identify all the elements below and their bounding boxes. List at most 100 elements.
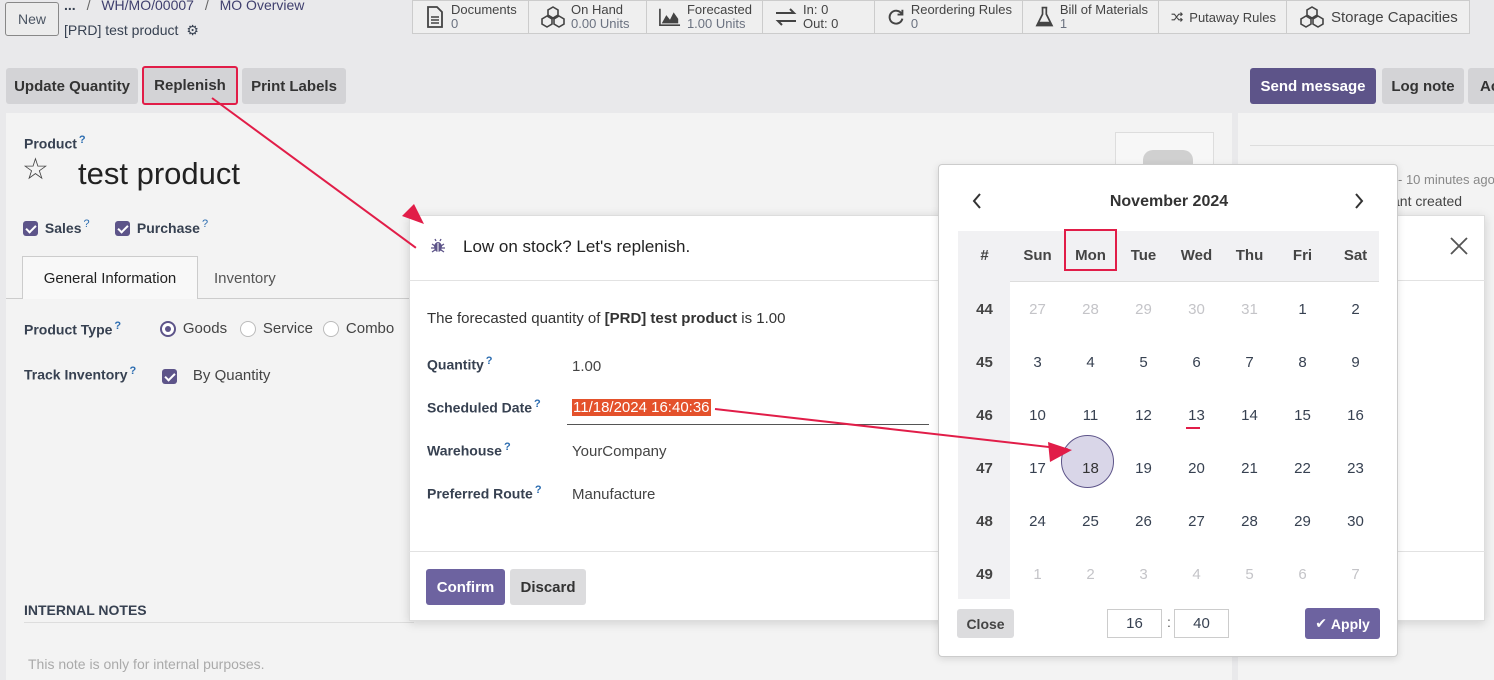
smart-button-on-hand[interactable]: On Hand 0.00 Units (529, 1, 647, 33)
today-underline (1186, 427, 1200, 429)
scheduled-date-value: 11/18/2024 16:40:36 (572, 399, 711, 416)
preferred-route-input[interactable]: Manufacture (572, 486, 655, 503)
cubes-icon (541, 6, 565, 28)
day-cell[interactable]: 2 (1064, 566, 1117, 583)
day-cell[interactable]: 1 (1276, 301, 1329, 318)
day-cell[interactable]: 8 (1276, 354, 1329, 371)
record-title: [PRD] test product ⚙ (64, 22, 199, 38)
smart-button-in-out[interactable]: In: 0 Out: 0 (763, 1, 875, 33)
new-button[interactable]: New (5, 2, 59, 36)
day-cell[interactable]: 27 (1170, 513, 1223, 530)
smart-button-forecasted[interactable]: Forecasted 1.00 Units (647, 1, 763, 33)
day-cell[interactable]: 5 (1117, 354, 1170, 371)
day-cell[interactable]: 24 (1011, 513, 1064, 530)
star-icon[interactable]: ☆ (22, 152, 49, 187)
day-cell[interactable]: 1 (1011, 566, 1064, 583)
day-cell[interactable]: 29 (1276, 513, 1329, 530)
weekday-tue: Tue (1130, 247, 1157, 264)
smart-button-storage[interactable]: Storage Capacities (1287, 1, 1469, 33)
chatter-timestamp: - 10 minutes ago (1398, 172, 1494, 187)
internal-notes-input[interactable]: This note is only for internal purposes. (28, 656, 265, 672)
close-icon[interactable] (1447, 234, 1471, 261)
day-cell[interactable]: 4 (1170, 566, 1223, 583)
day-cell[interactable]: 11 (1064, 407, 1117, 424)
breadcrumb-item-mo[interactable]: WH/MO/00007 (101, 0, 194, 13)
replenish-button[interactable]: Replenish (142, 66, 238, 105)
gear-icon[interactable]: ⚙ (186, 22, 199, 38)
datepicker-close-button[interactable]: Close (957, 609, 1014, 638)
day-cell[interactable]: 19 (1117, 460, 1170, 477)
day-cell[interactable]: 15 (1276, 407, 1329, 424)
day-cell[interactable]: 30 (1329, 513, 1382, 530)
day-cell[interactable]: 3 (1011, 354, 1064, 371)
day-cell[interactable]: 22 (1276, 460, 1329, 477)
smart-button-putaway[interactable]: Putaway Rules (1159, 1, 1287, 33)
track-inventory-checkbox[interactable]: By Quantity (162, 367, 270, 384)
day-cell[interactable]: 20 (1170, 460, 1223, 477)
purchase-checkbox[interactable]: Purchase? (115, 218, 208, 237)
scheduled-date-label: Scheduled Date? (427, 398, 541, 416)
day-cell[interactable]: 2 (1329, 301, 1382, 318)
apply-button[interactable]: ✔ Apply (1305, 608, 1380, 639)
day-cell[interactable]: 7 (1329, 566, 1382, 583)
weekday-wed: Wed (1180, 247, 1213, 264)
day-cell[interactable]: 28 (1064, 301, 1117, 318)
day-cell[interactable]: 23 (1329, 460, 1382, 477)
day-cell[interactable]: 29 (1117, 301, 1170, 318)
week-number: 46 (976, 407, 993, 424)
tab-general-information[interactable]: General Information (22, 256, 198, 299)
sales-checkbox[interactable]: Sales? (23, 218, 90, 237)
breadcrumb-item-overview[interactable]: MO Overview (220, 0, 305, 13)
product-type-label: Product Type? (24, 320, 122, 338)
minute-input[interactable]: 40 (1174, 609, 1229, 638)
day-cell[interactable]: 21 (1223, 460, 1276, 477)
day-cell[interactable]: 28 (1223, 513, 1276, 530)
day-cell[interactable]: 6 (1276, 566, 1329, 583)
day-cell[interactable]: 27 (1011, 301, 1064, 318)
radio-service[interactable]: Service (240, 320, 313, 338)
day-cell[interactable]: 26 (1117, 513, 1170, 530)
day-cell[interactable]: 25 (1064, 513, 1117, 530)
day-cell[interactable]: 12 (1117, 407, 1170, 424)
discard-button[interactable]: Discard (510, 569, 586, 605)
chevron-right-icon[interactable] (1353, 192, 1365, 213)
confirm-button[interactable]: Confirm (426, 569, 505, 605)
weekday-sun: Sun (1023, 247, 1052, 264)
day-cell[interactable]: 7 (1223, 354, 1276, 371)
week-number: 44 (976, 301, 993, 318)
day-cell[interactable]: 30 (1170, 301, 1223, 318)
tab-inventory[interactable]: Inventory (214, 270, 276, 287)
hour-input[interactable]: 16 (1107, 609, 1162, 638)
datepicker-month[interactable]: November 2024 (939, 193, 1399, 211)
day-cell[interactable]: 14 (1223, 407, 1276, 424)
day-cell[interactable]: 4 (1064, 354, 1117, 371)
smart-button-reordering[interactable]: Reordering Rules 0 (875, 1, 1023, 33)
send-message-button[interactable]: Send message (1250, 68, 1376, 104)
smart-button-documents[interactable]: Documents 0 (413, 1, 529, 33)
smart-button-bom[interactable]: Bill of Materials 1 (1023, 1, 1159, 33)
annotation-arrowhead-1 (402, 204, 424, 224)
day-cell[interactable]: 16 (1329, 407, 1382, 424)
radio-combo[interactable]: Combo (323, 320, 394, 338)
weekday-sat: Sat (1343, 247, 1368, 264)
day-cell[interactable]: 5 (1223, 566, 1276, 583)
day-cell[interactable]: 31 (1223, 301, 1276, 318)
print-labels-button[interactable]: Print Labels (242, 68, 346, 104)
day-cell[interactable]: 9 (1329, 354, 1382, 371)
day-cell[interactable]: 10 (1011, 407, 1064, 424)
breadcrumb-more[interactable]: ... (64, 0, 76, 13)
update-quantity-button[interactable]: Update Quantity (6, 68, 138, 104)
day-cell[interactable]: 3 (1117, 566, 1170, 583)
notes-divider (24, 622, 414, 623)
warehouse-input[interactable]: YourCompany (572, 443, 667, 460)
day-cell[interactable]: 6 (1170, 354, 1223, 371)
activities-button[interactable]: Ac (1468, 68, 1494, 104)
log-note-button[interactable]: Log note (1382, 68, 1464, 104)
quantity-input[interactable]: 1.00 (572, 358, 601, 375)
product-name[interactable]: test product (78, 156, 240, 192)
dialog-description: The forecasted quantity of [PRD] test pr… (427, 310, 786, 327)
day-cell[interactable]: 13 (1170, 407, 1223, 424)
weekday-thu: Thu (1235, 247, 1264, 264)
exchange-icon (775, 8, 797, 26)
radio-goods[interactable]: Goods (160, 320, 227, 338)
